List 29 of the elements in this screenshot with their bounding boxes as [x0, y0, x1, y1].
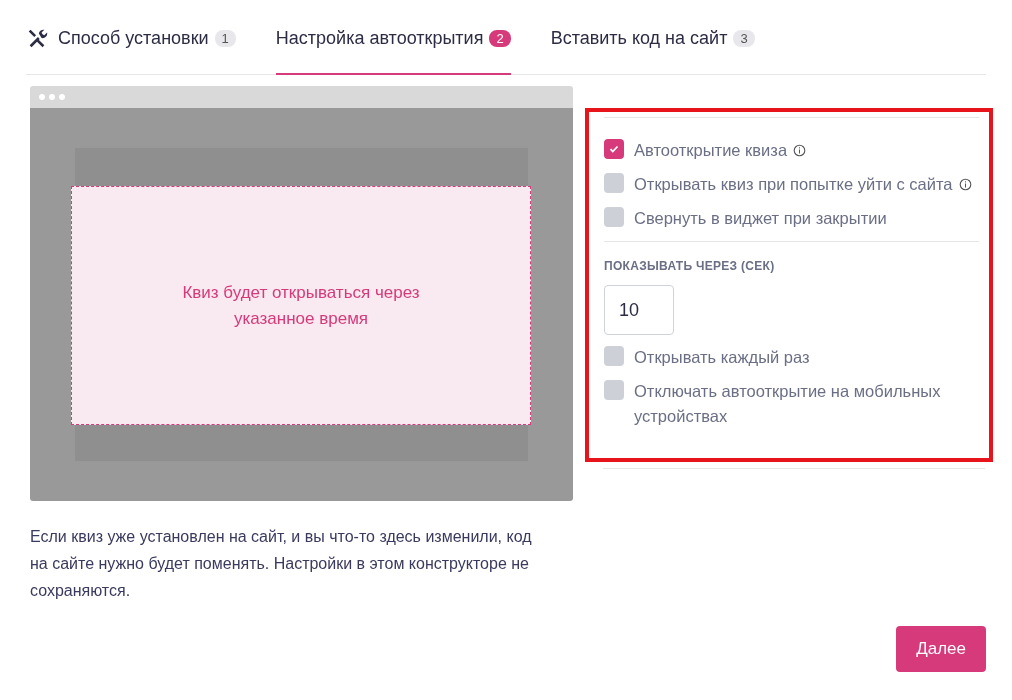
- checkmark-icon: [608, 143, 620, 155]
- checkbox[interactable]: [604, 346, 624, 366]
- tab-label: Способ установки: [58, 27, 209, 49]
- checkbox[interactable]: [604, 139, 624, 159]
- warning-note: Если квиз уже установлен на сайт, и вы что-то здесь изменили, код на сайте нужно будет поменять. Настройки в этом конструкторе не сохраняются.: [30, 527, 533, 601]
- step-tab[interactable]: Способ установки 1: [26, 27, 236, 75]
- option-label: Свернуть в виджет при закрытии: [634, 209, 887, 227]
- checkbox[interactable]: [604, 380, 624, 400]
- option-label: Открывать каждый раз: [634, 348, 810, 366]
- tab-label: Настройка автооткрытия: [275, 27, 484, 49]
- step-badge: 3: [733, 29, 755, 47]
- step-badge: 1: [214, 29, 236, 47]
- delay-input[interactable]: 10: [604, 285, 674, 335]
- info-icon[interactable]: [793, 144, 807, 157]
- option-label: Открывать квиз при попытке уйти с сайта: [634, 175, 953, 193]
- checkbox[interactable]: [604, 173, 624, 193]
- popup-message: Квиз будет открываться через указанное время: [181, 281, 421, 330]
- tab-label: Вставить код на сайт: [550, 27, 728, 49]
- info-icon[interactable]: [958, 178, 972, 191]
- tools-icon: [26, 27, 48, 49]
- next-button[interactable]: Далее: [896, 626, 986, 672]
- delay-label: ПОКАЗЫВАТЬ ЧЕРЕЗ (СЕК): [604, 259, 776, 273]
- step-badge: 2: [489, 29, 511, 47]
- step-tab[interactable]: Вставить код на сайт 3: [550, 27, 755, 75]
- option-label: Автооткрытие квиза: [634, 141, 788, 159]
- step-tab[interactable]: Настройка автооткрытия 2: [275, 27, 511, 75]
- option-label: Отключать автооткрытие на мобильных устройствах: [634, 382, 941, 425]
- window-dots-icon: [38, 93, 68, 101]
- checkbox[interactable]: [604, 207, 624, 227]
